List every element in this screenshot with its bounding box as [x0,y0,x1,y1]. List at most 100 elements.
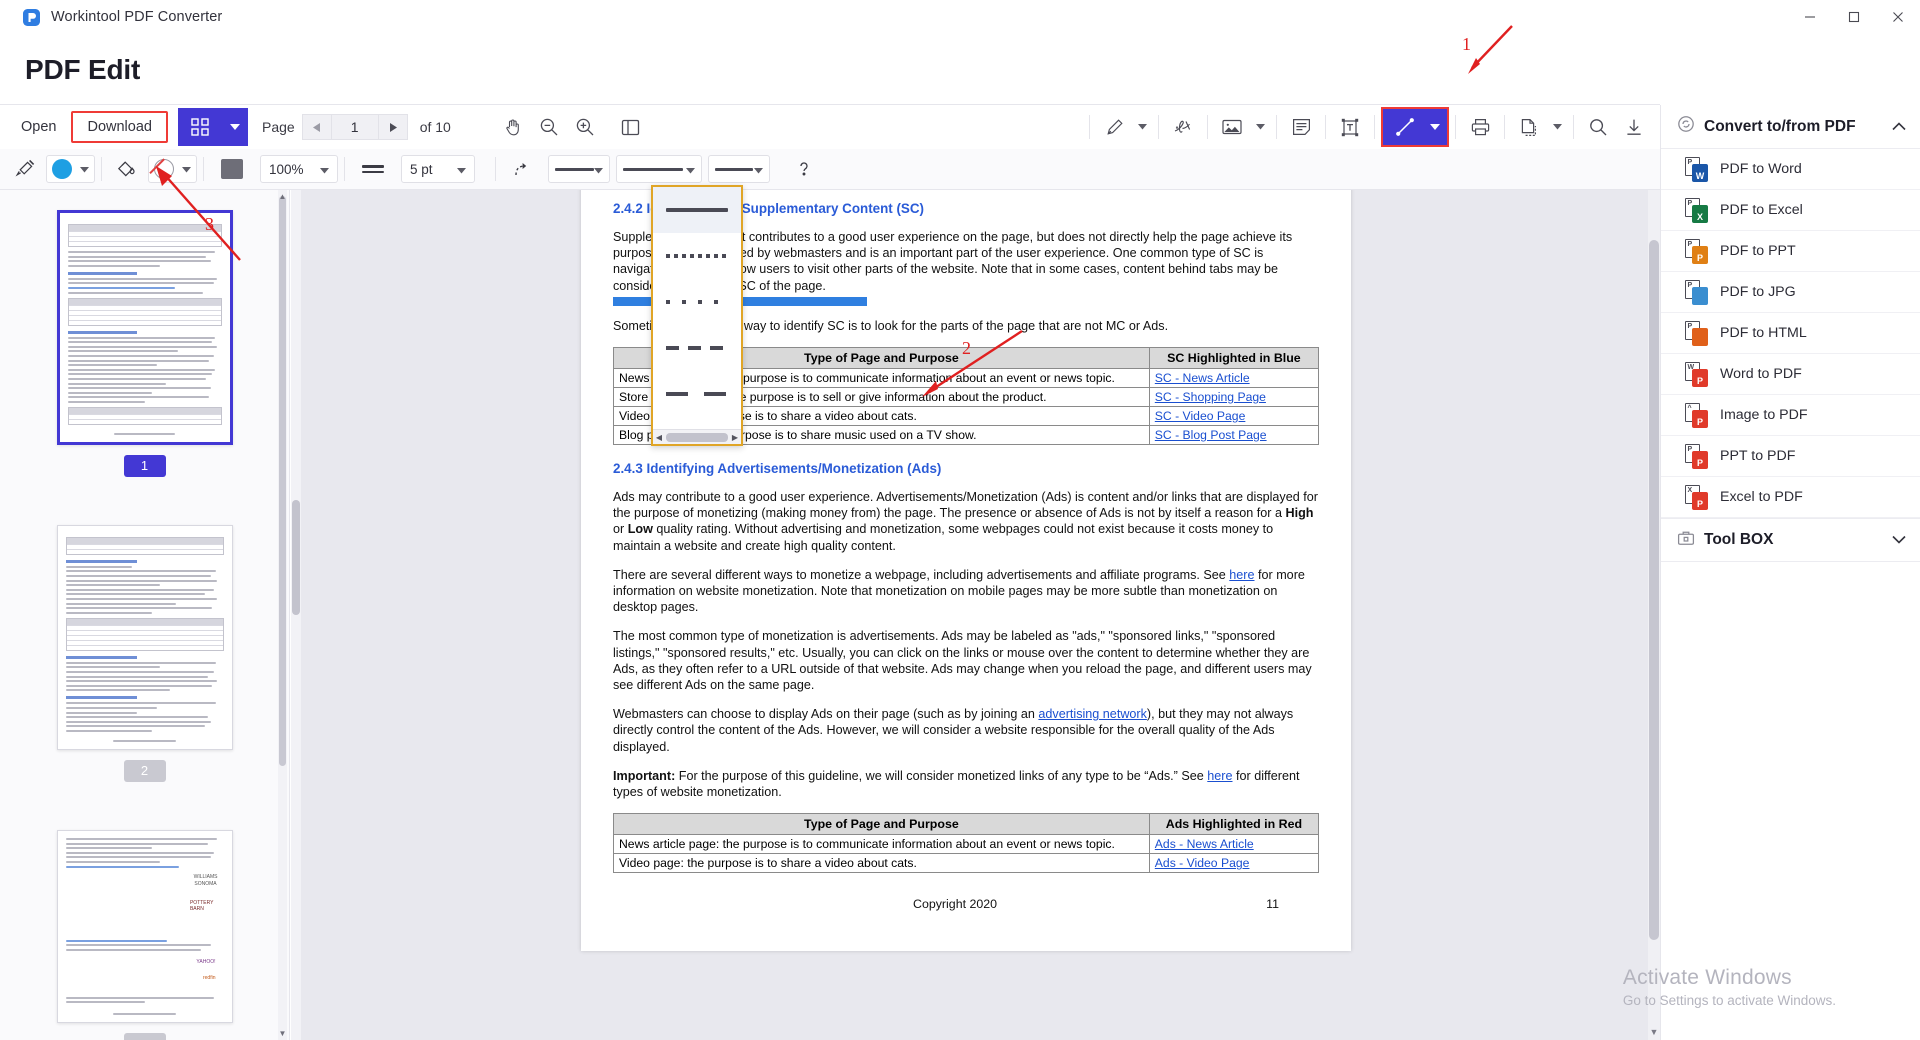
download-save-icon[interactable] [1616,109,1652,145]
line-style-option-dashed[interactable] [653,325,741,371]
table-link[interactable]: SC - Video Page [1155,409,1246,423]
zoom-in-icon[interactable] [567,109,603,145]
text-box-icon[interactable] [1332,109,1368,145]
line-end-chevron-down-icon[interactable] [754,162,763,177]
download-button[interactable]: Download [71,111,168,143]
popup-scroll-right-icon[interactable]: ▶ [729,433,741,442]
link-here-2[interactable]: here [1207,769,1232,783]
opacity-chevron-down-icon[interactable] [320,162,329,177]
toolbox-section-header[interactable]: Tool BOX [1661,518,1920,562]
sticky-note-icon[interactable] [1283,109,1319,145]
line-shape-icon[interactable] [1385,109,1425,145]
highlighter-icon[interactable] [1096,109,1132,145]
line-style-option-fine-dotted[interactable] [653,233,741,279]
grid-view-icon[interactable] [178,108,222,146]
page-next-button[interactable] [378,114,408,140]
insert-image-icon[interactable] [1214,109,1250,145]
search-icon[interactable] [1580,109,1616,145]
line-style-option-spaced-dotted[interactable] [653,279,741,325]
thumbnail-page-1[interactable]: 1 [57,210,233,477]
question-mark-icon[interactable] [786,151,822,187]
line-weight-select[interactable]: 5 pt [401,155,475,183]
arrow-style-icon[interactable] [502,151,542,187]
convert-item-excel-to-pdf[interactable]: XPExcel to PDF [1661,477,1920,518]
fill-color-chevron-down-icon[interactable] [182,160,191,178]
table-link[interactable]: SC - Shopping Page [1155,390,1266,404]
organize-pages-icon[interactable] [1511,109,1547,145]
line-style-popup-hscrollbar[interactable]: ◀ ▶ [653,429,741,444]
line-style-option-solid[interactable] [653,187,741,233]
table-link[interactable]: Ads - News Article [1155,837,1254,851]
viewer-left-scrollbar-thumb[interactable] [292,500,300,615]
paint-bucket-icon[interactable] [108,151,144,187]
grid-view-chevron-down-icon[interactable] [222,108,248,146]
convert-item-label: PDF to Word [1720,161,1802,177]
line-dash-style-select[interactable] [616,155,702,183]
open-button[interactable]: Open [8,113,69,141]
link-advertising-network[interactable]: advertising network [1038,707,1147,721]
table-link[interactable]: SC - News Article [1155,371,1250,385]
line-end-style-select[interactable] [708,155,770,183]
signature-icon[interactable] [1165,109,1201,145]
table-link[interactable]: SC - Blog Post Page [1155,428,1267,442]
convert-item-word-to-pdf[interactable]: WPWord to PDF [1661,354,1920,395]
thumbnail-scrollbar-thumb[interactable] [279,196,286,766]
stroke-color-chevron-down-icon[interactable] [80,160,89,178]
page-number-input[interactable]: 1 [332,114,378,140]
line-dash-chevron-down-icon[interactable] [686,162,695,177]
split-view-icon[interactable] [613,109,649,145]
viewer-scrollbar-thumb[interactable] [1649,240,1659,940]
convert-item-image-to-pdf[interactable]: ^PImage to PDF [1661,395,1920,436]
thumbnail-scroll-up-icon[interactable]: ▲ [277,190,288,203]
convert-item-ppt-to-pdf[interactable]: PPPPT to PDF [1661,436,1920,477]
convert-item-label: PDF to JPG [1720,284,1796,300]
shadow-square-icon[interactable] [210,151,254,187]
popup-scrollbar-thumb[interactable] [666,433,728,442]
line-shape-chevron-down-icon[interactable] [1425,109,1445,145]
convert-item-pdf-to-word[interactable]: PWPDF to Word [1661,149,1920,190]
hand-tool-icon[interactable] [495,109,531,145]
table-sc-header-right: SC Highlighted in Blue [1149,348,1318,369]
table-row: Video page: the purpose is to share a vi… [614,854,1319,873]
line-start-chevron-down-icon[interactable] [594,162,603,177]
thumbnail-scrollbar[interactable] [278,190,287,1040]
eyedropper-icon[interactable] [6,151,42,187]
close-icon[interactable] [1876,0,1920,34]
fill-color-picker[interactable] [148,155,197,183]
thumbnail-page-2[interactable]: 2 [57,525,233,782]
convert-item-pdf-to-excel[interactable]: PXPDF to Excel [1661,190,1920,231]
line-style-dropdown-popup[interactable]: ◀ ▶ [651,185,743,446]
viewer-left-scrollbar[interactable] [291,190,301,1040]
page-title: PDF Edit [25,54,140,86]
convert-item-pdf-to-jpg[interactable]: PPDF to JPG [1661,272,1920,313]
highlighter-chevron-down-icon[interactable] [1132,109,1152,145]
line-shape-tool-active[interactable] [1381,107,1449,147]
viewer-scrollbar[interactable] [1648,190,1660,1040]
line-start-style-select[interactable] [548,155,610,183]
line-style-option-long-dashed[interactable] [653,371,741,417]
link-here-1[interactable]: here [1229,568,1254,582]
pdf-viewer[interactable]: Store product page: the purpose is to se… [291,190,1660,1040]
minimize-icon[interactable] [1788,0,1832,34]
zoom-out-icon[interactable] [531,109,567,145]
chevron-up-icon[interactable] [1892,118,1906,136]
insert-image-chevron-down-icon[interactable] [1250,109,1270,145]
opacity-select[interactable]: 100% [260,155,338,183]
viewer-scroll-down-icon[interactable]: ▼ [1648,1024,1660,1040]
maximize-icon[interactable] [1832,0,1876,34]
print-icon[interactable] [1462,109,1498,145]
popup-scroll-left-icon[interactable]: ◀ [653,433,665,442]
chevron-down-icon[interactable] [1892,531,1906,549]
organize-pages-chevron-down-icon[interactable] [1547,109,1567,145]
table-link[interactable]: Ads - Video Page [1155,856,1250,870]
stroke-color-picker[interactable] [46,155,95,183]
thumbnail-sidebar[interactable]: 1 [0,190,290,1040]
line-weight-icon[interactable] [351,151,395,187]
convert-item-pdf-to-ppt[interactable]: PPPDF to PPT [1661,231,1920,272]
thumbnail-page-3[interactable]: WILLIAMSSONOMA POTTERYBARN YAHOO! redfin… [57,830,233,1040]
line-weight-chevron-down-icon[interactable] [457,162,466,177]
convert-section-header[interactable]: Convert to/from PDF [1661,105,1920,149]
thumbnail-scroll-down-icon[interactable]: ▼ [277,1027,288,1040]
page-prev-button[interactable] [302,114,332,140]
convert-item-pdf-to-html[interactable]: PPDF to HTML [1661,313,1920,354]
